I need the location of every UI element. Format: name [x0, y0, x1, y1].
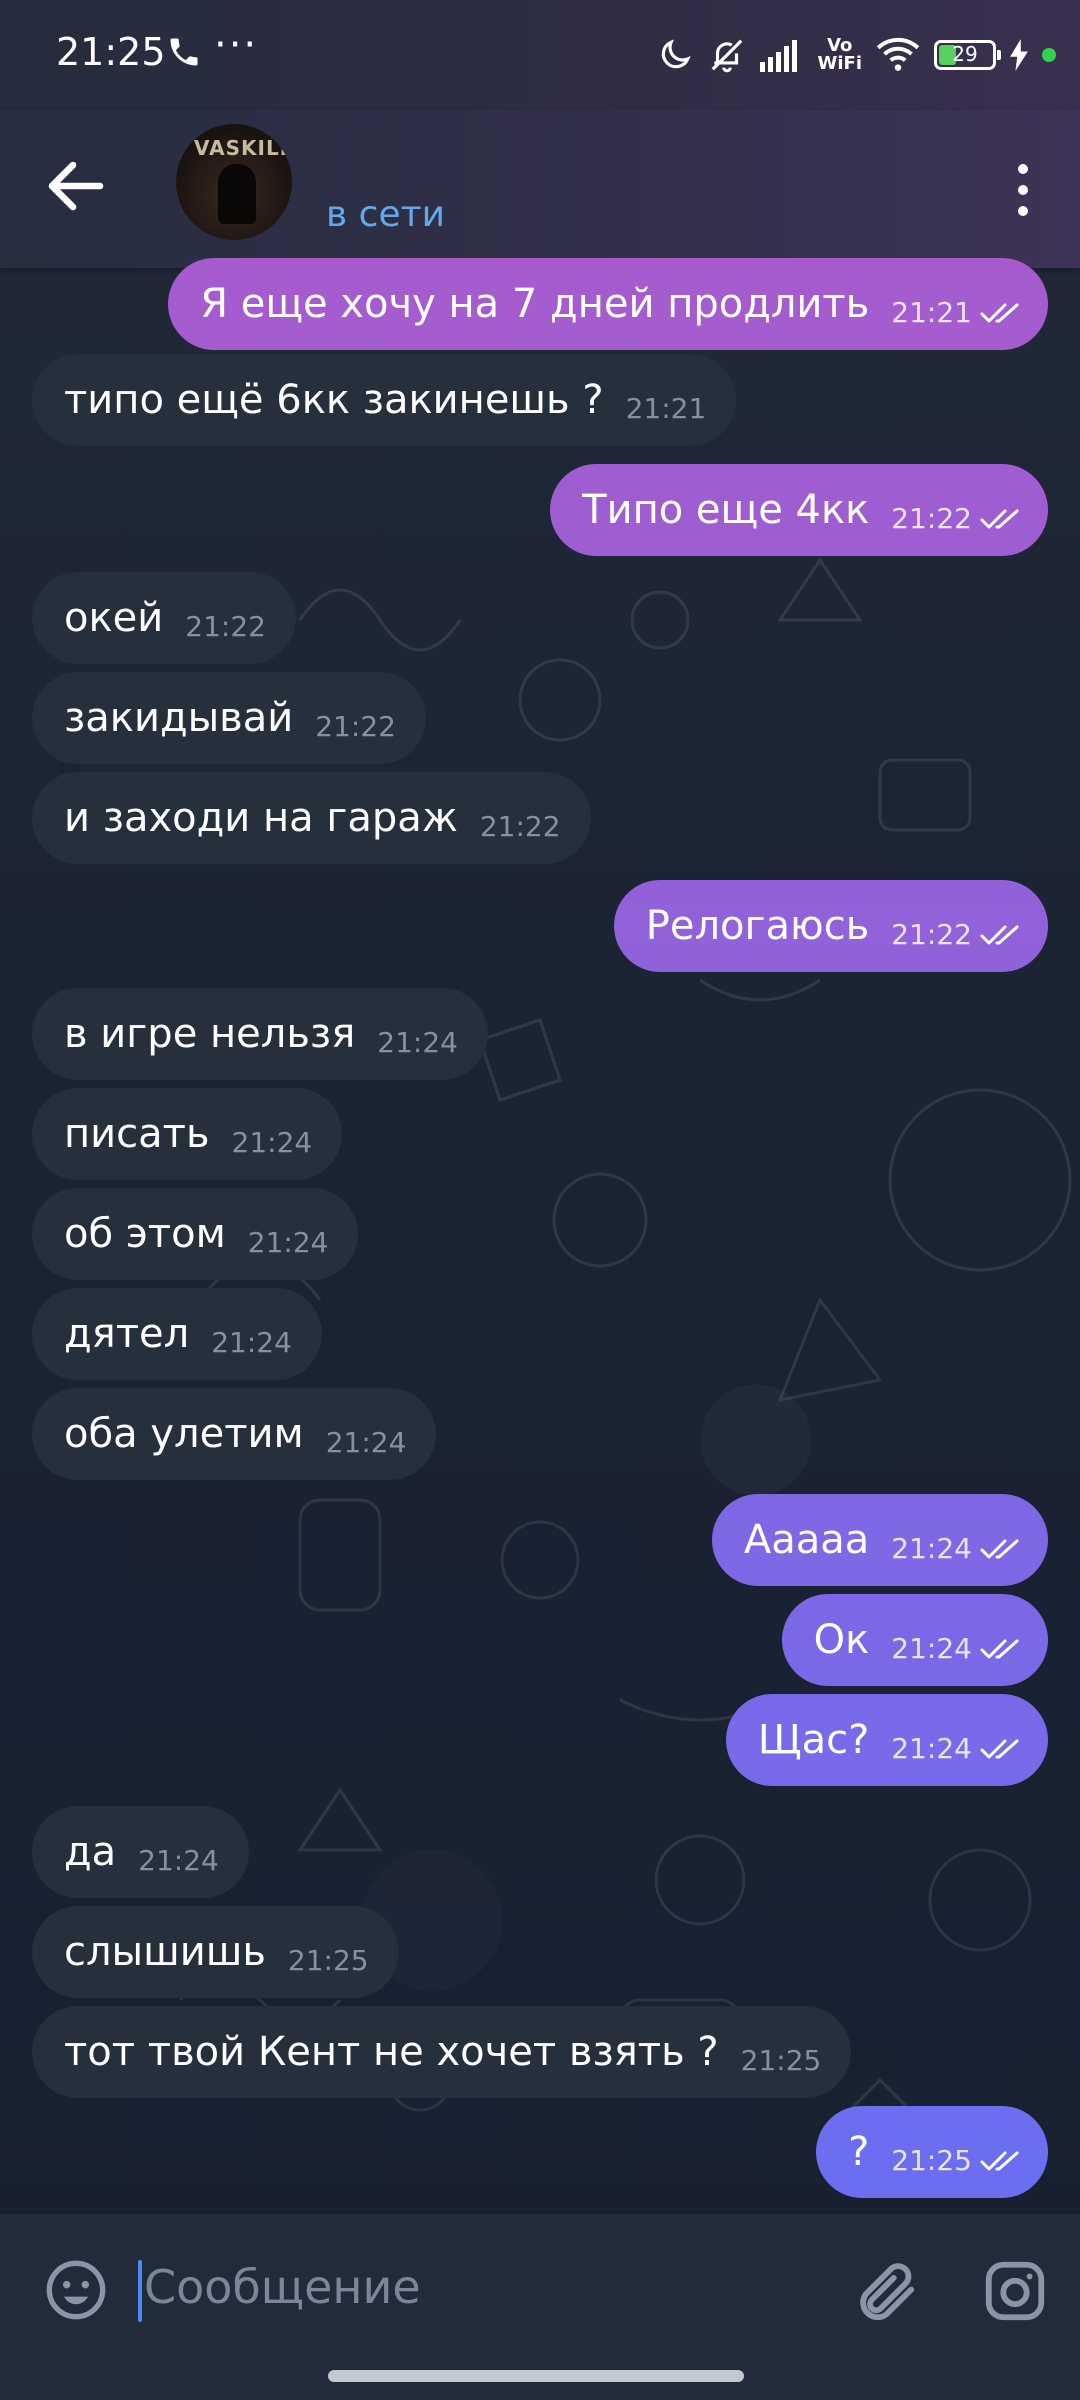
- emoji-icon[interactable]: [44, 2258, 108, 2322]
- message-time: 21:24: [377, 1025, 458, 1059]
- message-time: 21:21: [891, 295, 972, 329]
- message-time: 21:24: [891, 1531, 972, 1565]
- message-text: оба улетим: [64, 1411, 304, 1457]
- message-text: тот твой Кент не хочет взять ?: [64, 2029, 719, 2075]
- message-text: в игре нельзя: [64, 1011, 356, 1057]
- avatar-text: VASKILL: [194, 136, 292, 160]
- read-checks-icon: [980, 925, 1019, 945]
- message-text: дятел: [64, 1311, 190, 1357]
- signal-icon: [759, 40, 797, 72]
- message-time: 21:24: [211, 1325, 292, 1359]
- read-checks-icon: [980, 2151, 1019, 2171]
- privacy-indicator: [1042, 48, 1056, 62]
- message-time: 21:25: [287, 1943, 369, 1977]
- message-text: Релогаюсь: [645, 903, 870, 949]
- message-time: 21:25: [891, 2143, 972, 2177]
- message-time: 21:22: [891, 917, 972, 951]
- online-status: в сети: [326, 194, 445, 235]
- home-indicator[interactable]: [328, 2370, 744, 2382]
- outgoing-message[interactable]: Ааааа 21:24: [711, 1494, 1048, 1586]
- message-text: типо ещё 6кк закинешь ?: [64, 377, 604, 423]
- message-text: и заходи на гараж: [64, 795, 458, 841]
- attach-icon[interactable]: [850, 2256, 920, 2326]
- incoming-message[interactable]: дятел 21:24: [32, 1288, 322, 1380]
- message-text: Ок: [813, 1617, 870, 1663]
- message-time: 21:24: [247, 1225, 329, 1259]
- avatar-figure: [218, 164, 256, 224]
- message-time: 21:21: [625, 391, 707, 425]
- outgoing-message[interactable]: Я еще хочу на 7 дней продлить 21:21: [168, 258, 1048, 350]
- status-time: 21:25: [56, 30, 166, 74]
- message-input[interactable]: Сообщение: [144, 2260, 421, 2314]
- phone-icon: [170, 38, 198, 66]
- incoming-message[interactable]: об этом 21:24: [32, 1188, 359, 1280]
- battery-icon: 29: [934, 40, 1001, 70]
- message-time: 21:24: [138, 1843, 219, 1877]
- message-time: 21:24: [891, 1731, 972, 1765]
- message-time: 21:22: [185, 609, 266, 643]
- message-time: 21:24: [231, 1125, 313, 1159]
- outgoing-message[interactable]: Типо еще 4кк 21:22: [550, 464, 1048, 556]
- message-time: 21:25: [740, 2043, 822, 2077]
- incoming-message[interactable]: оба улетим 21:24: [32, 1388, 437, 1480]
- charging-icon: [1010, 39, 1028, 71]
- vowifi-line2: WiFi: [817, 53, 863, 74]
- message-text: окей: [64, 595, 164, 641]
- incoming-message[interactable]: и заходи на гараж 21:22: [32, 772, 591, 864]
- battery-percent: 29: [952, 42, 978, 66]
- message-time: 21:24: [325, 1425, 407, 1459]
- chat-header: VASKILL в сети: [0, 110, 1080, 268]
- message-time: 21:24: [891, 1631, 972, 1665]
- incoming-message[interactable]: закидывай 21:22: [32, 672, 426, 764]
- incoming-message[interactable]: тот твой Кент не хочет взять ? 21:25: [32, 2006, 852, 2098]
- message-text: закидывай: [64, 695, 294, 741]
- status-icons: Vo WiFi 29: [656, 30, 1056, 80]
- message-text: да: [64, 1829, 117, 1875]
- read-checks-icon: [980, 1739, 1019, 1759]
- vowifi-label: Vo WiFi: [818, 37, 863, 73]
- message-text: слышишь: [64, 1929, 266, 1975]
- message-time: 21:22: [891, 501, 972, 535]
- moon-icon: [661, 39, 691, 69]
- camera-icon[interactable]: [980, 2256, 1050, 2326]
- bell-off-icon: [711, 39, 742, 73]
- wifi-icon: [876, 37, 920, 71]
- outgoing-message[interactable]: Ок 21:24: [781, 1594, 1048, 1686]
- message-text: ?: [848, 2129, 870, 2175]
- more-vert-icon[interactable]: [992, 154, 1052, 226]
- avatar[interactable]: VASKILL: [176, 124, 292, 240]
- message-text: Типо еще 4кк: [582, 487, 870, 533]
- text-caret: [138, 2260, 142, 2322]
- incoming-message[interactable]: писать 21:24: [32, 1088, 343, 1180]
- outgoing-message[interactable]: ? 21:25: [816, 2106, 1048, 2198]
- message-text: писать: [64, 1111, 210, 1157]
- message-time: 21:22: [479, 809, 561, 843]
- message-text: об этом: [64, 1211, 226, 1257]
- incoming-message[interactable]: да 21:24: [32, 1806, 249, 1898]
- back-arrow-icon[interactable]: [40, 150, 112, 222]
- read-checks-icon: [980, 1539, 1019, 1559]
- read-checks-icon: [980, 303, 1019, 323]
- read-checks-icon: [980, 509, 1019, 529]
- incoming-message[interactable]: в игре нельзя 21:24: [32, 988, 488, 1080]
- notification-dots: ···: [214, 22, 259, 68]
- message-text: Я еще хочу на 7 дней продлить: [200, 281, 870, 327]
- outgoing-message[interactable]: Щас? 21:24: [725, 1694, 1048, 1786]
- incoming-message[interactable]: типо ещё 6кк закинешь ? 21:21: [32, 354, 737, 446]
- read-checks-icon: [980, 1639, 1019, 1659]
- message-text: Щас?: [757, 1717, 870, 1763]
- incoming-message[interactable]: окей 21:22: [32, 572, 296, 664]
- outgoing-message[interactable]: Релогаюсь 21:22: [613, 880, 1048, 972]
- status-bar: 21:25 ··· Vo WiFi 29: [0, 0, 1080, 110]
- message-text: Ааааа: [743, 1517, 870, 1563]
- incoming-message[interactable]: слышишь 21:25: [32, 1906, 399, 1998]
- message-time: 21:22: [315, 709, 396, 743]
